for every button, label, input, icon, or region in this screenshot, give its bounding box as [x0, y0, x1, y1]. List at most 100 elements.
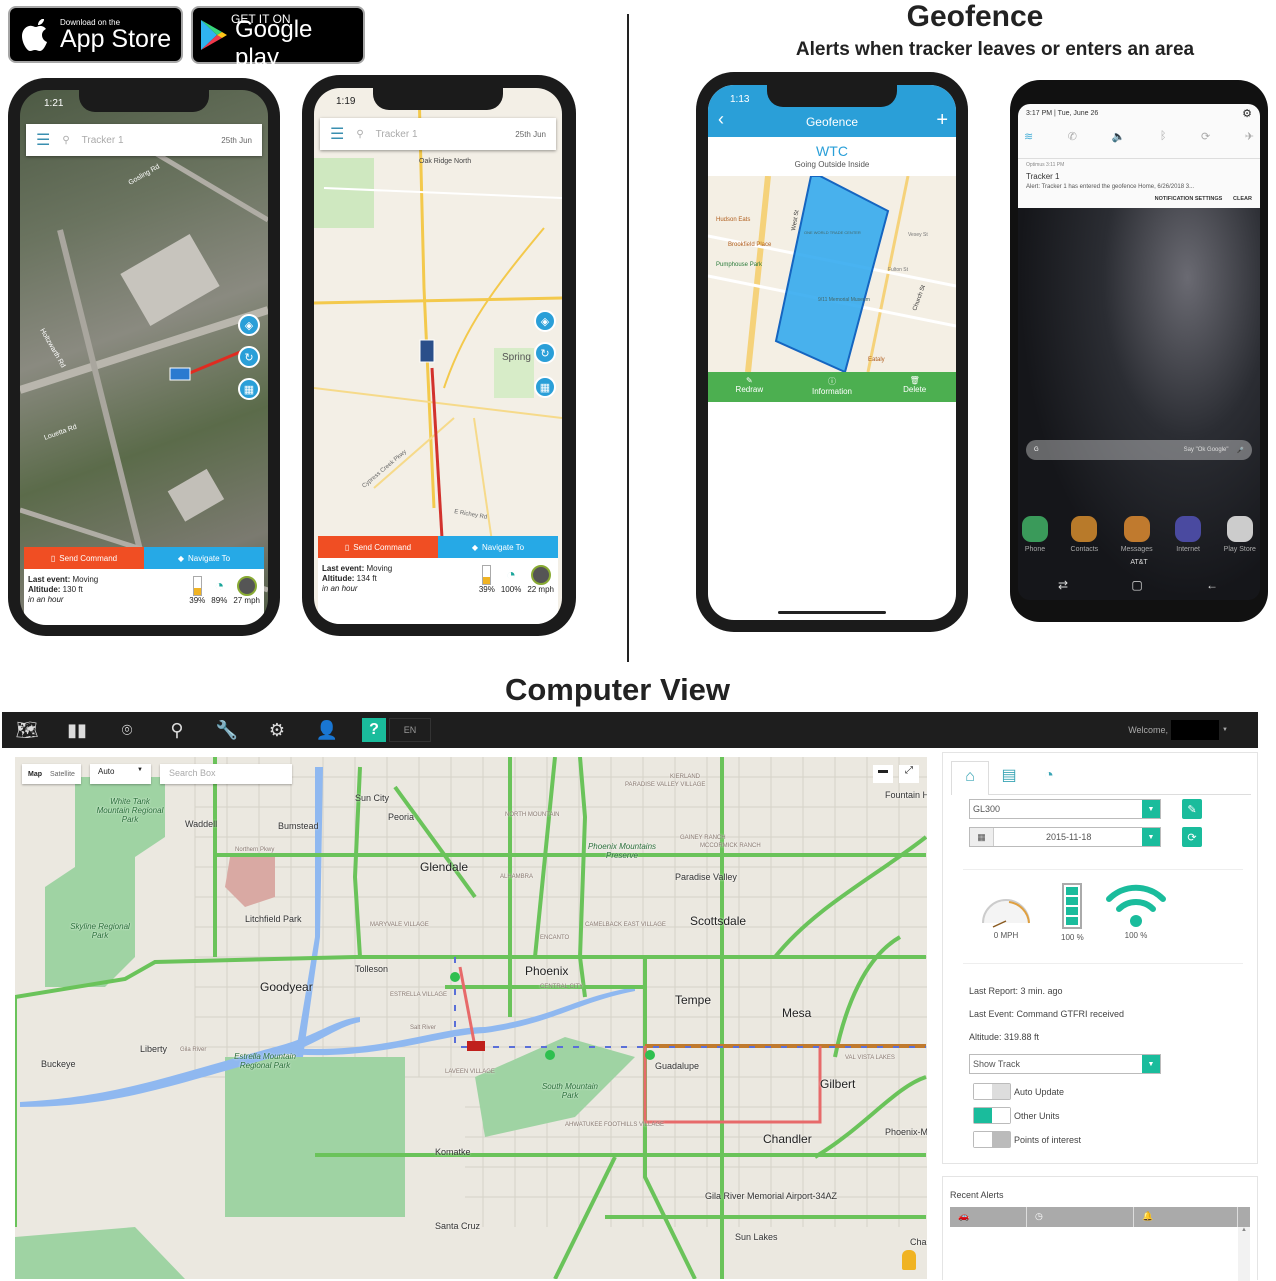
navigate-to-button[interactable]: ◆ Navigate To: [144, 547, 264, 569]
map-place-label: ENCANTO: [540, 935, 570, 941]
notification-settings-button[interactable]: NOTIFICATION SETTINGS: [1155, 196, 1223, 202]
settings-icon[interactable]: ⚙: [252, 720, 302, 741]
section-divider: [627, 14, 629, 662]
edit-device-button[interactable]: ✎: [1182, 799, 1202, 819]
send-command-button[interactable]: ▯ Send Command: [318, 536, 438, 558]
map-place-label: Gila River Memorial Airport-34AZ: [705, 1191, 838, 1201]
sound-icon[interactable]: 🔈: [1112, 130, 1126, 143]
menu-icon[interactable]: ☰: [36, 130, 50, 150]
help-button[interactable]: ?: [362, 718, 386, 742]
map-place-label: Paradise Valley: [675, 872, 737, 882]
reports-icon[interactable]: ▮▮: [52, 720, 102, 741]
app-messages[interactable]: Messages: [1121, 516, 1153, 553]
alerts-scrollbar[interactable]: ▲: [1238, 1227, 1250, 1281]
delete-button[interactable]: 🗑 Delete: [873, 372, 956, 402]
tab-reports[interactable]: ▤: [989, 761, 1029, 795]
battery-value: 100 %: [1061, 933, 1084, 942]
refresh-button[interactable]: ⟳: [1182, 827, 1202, 847]
app-contacts[interactable]: Contacts: [1071, 516, 1098, 553]
main-map[interactable]: White Tank Mountain Regional Park Waddell…: [15, 757, 927, 1279]
tab-dashboard[interactable]: ◔: [1029, 761, 1069, 795]
app-phone[interactable]: Phone: [1022, 516, 1048, 553]
tracker-card: ▯ Send Command ◆ Navigate To Last event: Mo…: [24, 547, 264, 625]
refresh-button[interactable]: ↻: [534, 342, 556, 364]
auto-update-toggle[interactable]: [973, 1083, 1011, 1100]
vehicle-marker[interactable]: [467, 1041, 485, 1051]
geofence-map[interactable]: Hudson Eats Brookfield Place Pumphouse P…: [708, 176, 956, 372]
app-internet[interactable]: Internet: [1175, 516, 1202, 553]
calendar-button[interactable]: ▦: [534, 376, 556, 398]
place-label: Spring: [502, 352, 531, 363]
map-type-map[interactable]: Map: [28, 771, 42, 778]
home-icon[interactable]: ▢: [1131, 578, 1142, 592]
tab-home[interactable]: ⌂: [951, 761, 989, 795]
map-type-satellite[interactable]: Satellite: [50, 771, 75, 778]
satellite-map[interactable]: Holtzwarth Rd Louetta Rd Gosling Rd: [20, 90, 268, 625]
welcome-label: Welcome,: [1128, 725, 1169, 735]
calendar-button[interactable]: ▦: [238, 378, 260, 400]
bluetooth-icon[interactable]: ᛒ: [1160, 130, 1167, 143]
geofence-icon[interactable]: ⌾: [102, 720, 152, 741]
location-icon[interactable]: ⚲: [152, 720, 202, 741]
phone-icon: [1022, 516, 1048, 542]
points-of-interest-toggle[interactable]: [973, 1131, 1011, 1148]
refresh-button[interactable]: ↻: [238, 346, 260, 368]
tracker-search[interactable]: ☰ ⚲ Tracker 1 25th Jun: [26, 124, 262, 156]
notification-title[interactable]: Tracker 1: [1026, 172, 1060, 181]
call-icon[interactable]: ✆: [1068, 130, 1077, 143]
map-place-label: CAMELBACK EAST VILLAGE: [585, 922, 666, 928]
recents-icon[interactable]: ⇄: [1058, 578, 1068, 592]
send-command-button[interactable]: ▯ Send Command: [24, 547, 144, 569]
airplane-icon[interactable]: ✈: [1245, 130, 1254, 143]
user-settings-icon[interactable]: 👤: [302, 720, 352, 741]
speed-value: 0 MPH: [993, 931, 1019, 940]
home-indicator: [778, 611, 886, 614]
menu-icon[interactable]: ☰: [330, 124, 344, 144]
mic-icon: 🎤: [1236, 447, 1244, 454]
map-search-input[interactable]: Search Box: [160, 764, 292, 784]
google-play-badge[interactable]: GET IT ON Google play: [191, 6, 365, 71]
map-mode-select[interactable]: Auto ▼: [90, 764, 151, 784]
park-area: [225, 1057, 405, 1217]
ruler-button[interactable]: ▬: [873, 765, 893, 783]
map-place-label: Litchfield Park: [245, 914, 302, 924]
device-select[interactable]: GL300 ▼: [969, 799, 1161, 819]
date-label: 25th Jun: [515, 129, 546, 139]
carrier-label: AT&T: [1130, 559, 1148, 566]
information-button[interactable]: ⓘ Information: [791, 372, 874, 402]
settings-icon[interactable]: ⚙: [1242, 107, 1252, 120]
google-play-small: GET IT ON: [231, 12, 291, 26]
user-menu[interactable]: [1171, 720, 1220, 740]
clear-button[interactable]: CLEAR: [1233, 196, 1252, 202]
car-icon[interactable]: 🚗: [950, 1207, 1027, 1227]
notification-body[interactable]: Alert: Tracker 1 has entered the geofenc…: [1026, 184, 1194, 190]
back-icon[interactable]: ←: [1206, 578, 1218, 592]
map-place-label: NORTH MOUNTAIN: [505, 812, 560, 818]
track-select[interactable]: Show Track ▼: [969, 1054, 1161, 1074]
navigate-to-button[interactable]: ◆ Navigate To: [438, 536, 558, 558]
status-time: 1:19: [336, 96, 356, 107]
app-store-badge[interactable]: Download on the App Store: [8, 6, 183, 63]
app-play-store[interactable]: Play Store: [1224, 516, 1256, 553]
layers-button[interactable]: ◈: [238, 314, 260, 336]
layers-button[interactable]: ◈: [534, 310, 556, 332]
screen-title: Geofence: [805, 115, 859, 129]
street-view-pegman-icon[interactable]: [902, 1250, 916, 1270]
google-search-bar[interactable]: G Say "Ok Google" 🎤: [1026, 440, 1252, 460]
other-units-toggle[interactable]: [973, 1107, 1011, 1124]
last-event: Moving: [366, 564, 393, 573]
wrench-icon[interactable]: 🔧: [202, 720, 252, 741]
bell-icon[interactable]: 🔔: [1134, 1207, 1238, 1227]
wifi-toggle-icon[interactable]: ≋: [1024, 130, 1033, 143]
clock-icon[interactable]: ◷: [1027, 1207, 1134, 1227]
tracker-search[interactable]: ☰ ⚲ Tracker 1 25th Jun: [320, 118, 556, 150]
fullscreen-button[interactable]: ⤢: [899, 765, 919, 783]
redraw-button[interactable]: ✎ Redraw: [708, 372, 791, 402]
language-selector[interactable]: EN: [389, 718, 431, 742]
date-select[interactable]: ▦ 2015-11-18 ▼: [969, 827, 1161, 847]
rotate-icon[interactable]: ⟳: [1201, 130, 1210, 143]
map-icon[interactable]: 🗺: [2, 720, 52, 741]
wifi-icon: [1106, 884, 1166, 927]
add-button[interactable]: +: [936, 109, 948, 132]
last-event-label: Last event:: [28, 575, 71, 584]
